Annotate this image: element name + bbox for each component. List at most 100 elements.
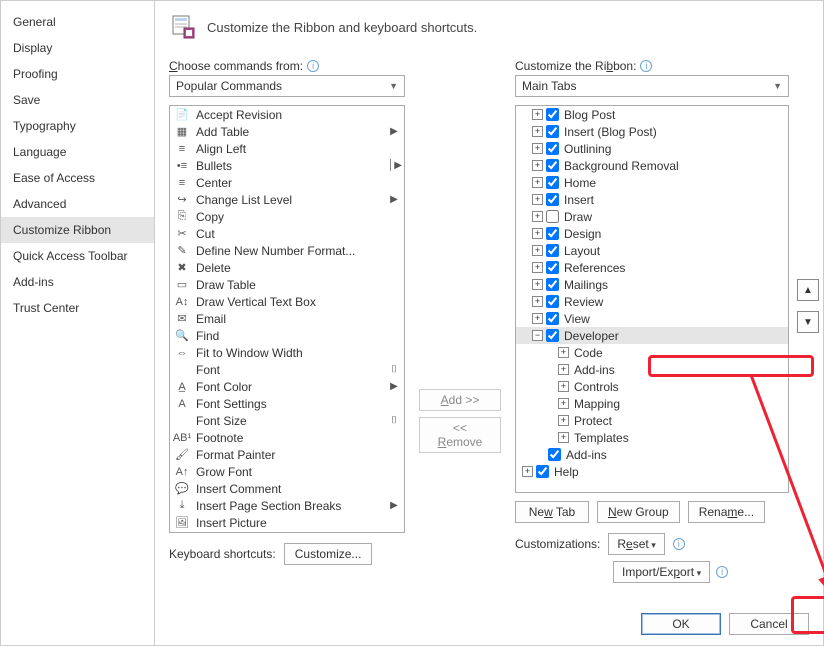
tree-checkbox[interactable] <box>546 108 559 121</box>
expander-icon[interactable]: + <box>558 347 569 358</box>
new-group-button[interactable]: New Group <box>597 501 680 523</box>
tree-checkbox[interactable] <box>536 465 549 478</box>
expander-icon[interactable]: + <box>532 109 543 120</box>
expander-icon[interactable]: + <box>532 194 543 205</box>
nav-ease-of-access[interactable]: Ease of Access <box>1 165 154 191</box>
expander-icon[interactable]: + <box>532 126 543 137</box>
command-item[interactable]: 🖼Insert Picture <box>170 514 404 531</box>
cancel-button[interactable]: Cancel <box>729 613 809 635</box>
tree-item[interactable]: Add-ins <box>516 446 788 463</box>
command-item[interactable]: A↕Draw Vertical Text Box <box>170 293 404 310</box>
expander-icon[interactable]: + <box>532 296 543 307</box>
command-item[interactable]: ≡Center <box>170 174 404 191</box>
expander-icon[interactable]: + <box>532 160 543 171</box>
tree-checkbox[interactable] <box>546 159 559 172</box>
tree-item[interactable]: +Add-ins <box>516 361 788 378</box>
choose-commands-combo[interactable]: Popular Commands▼ <box>169 75 405 97</box>
nav-general[interactable]: General <box>1 9 154 35</box>
command-item[interactable]: ⎘Copy <box>170 208 404 225</box>
tree-checkbox[interactable] <box>546 295 559 308</box>
tree-item[interactable]: +Blog Post <box>516 106 788 123</box>
info-icon[interactable]: i <box>716 566 728 578</box>
new-tab-button[interactable]: New Tab <box>515 501 589 523</box>
tree-checkbox[interactable] <box>546 227 559 240</box>
command-item[interactable]: ✉Email <box>170 310 404 327</box>
command-item[interactable]: AFont Settings <box>170 395 404 412</box>
expander-icon[interactable]: − <box>532 330 543 341</box>
command-item[interactable]: •≡Bullets│▶ <box>170 157 404 174</box>
tree-item[interactable]: +Outlining <box>516 140 788 157</box>
command-item[interactable]: A↑Grow Font <box>170 463 404 480</box>
expander-icon[interactable]: + <box>532 245 543 256</box>
info-icon[interactable]: i <box>640 60 652 72</box>
command-item[interactable]: ↪Change List Level▶ <box>170 191 404 208</box>
tree-checkbox[interactable] <box>546 244 559 257</box>
tree-checkbox[interactable] <box>546 278 559 291</box>
tree-item[interactable]: +Insert <box>516 191 788 208</box>
tree-checkbox[interactable] <box>546 312 559 325</box>
tree-checkbox[interactable] <box>546 176 559 189</box>
expander-icon[interactable]: + <box>558 432 569 443</box>
tree-checkbox[interactable] <box>546 142 559 155</box>
tree-checkbox[interactable] <box>546 193 559 206</box>
command-item[interactable]: ✎Define New Number Format... <box>170 242 404 259</box>
nav-display[interactable]: Display <box>1 35 154 61</box>
move-up-button[interactable]: ▲ <box>797 279 819 301</box>
tree-checkbox[interactable] <box>546 210 559 223</box>
tree-checkbox[interactable] <box>546 125 559 138</box>
nav-language[interactable]: Language <box>1 139 154 165</box>
tree-item[interactable]: +Draw <box>516 208 788 225</box>
tree-checkbox[interactable] <box>546 329 559 342</box>
nav-addins[interactable]: Add-ins <box>1 269 154 295</box>
command-item[interactable]: ⇔Fit to Window Width <box>170 344 404 361</box>
command-item[interactable]: A̲Font Color▶ <box>170 378 404 395</box>
command-item[interactable]: ✂Cut <box>170 225 404 242</box>
command-item[interactable]: AB¹Footnote <box>170 429 404 446</box>
tree-item[interactable]: +Design <box>516 225 788 242</box>
tree-item[interactable]: +Mailings <box>516 276 788 293</box>
move-down-button[interactable]: ▼ <box>797 311 819 333</box>
tree-item[interactable]: +Insert (Blog Post) <box>516 123 788 140</box>
expander-icon[interactable]: + <box>522 466 533 477</box>
nav-typography[interactable]: Typography <box>1 113 154 139</box>
info-icon[interactable]: i <box>673 538 685 550</box>
expander-icon[interactable]: + <box>532 313 543 324</box>
nav-advanced[interactable]: Advanced <box>1 191 154 217</box>
expander-icon[interactable]: + <box>558 398 569 409</box>
command-item[interactable]: ≡Align Left <box>170 140 404 157</box>
expander-icon[interactable]: + <box>558 415 569 426</box>
tree-item[interactable]: +Templates <box>516 429 788 446</box>
rename-button[interactable]: Rename... <box>688 501 765 523</box>
add-button[interactable]: Add >> <box>419 389 501 411</box>
expander-icon[interactable]: + <box>558 364 569 375</box>
tree-item[interactable]: +Help <box>516 463 788 480</box>
nav-proofing[interactable]: Proofing <box>1 61 154 87</box>
command-item[interactable]: 💬Insert Comment <box>170 480 404 497</box>
command-item[interactable]: A▭Insert Text Box <box>170 531 404 533</box>
tree-item[interactable]: +Review <box>516 293 788 310</box>
customize-ribbon-combo[interactable]: Main Tabs▼ <box>515 75 789 97</box>
tree-item[interactable]: +Controls <box>516 378 788 395</box>
command-item[interactable]: ⤓Insert Page Section Breaks▶ <box>170 497 404 514</box>
nav-customize-ribbon[interactable]: Customize Ribbon <box>1 217 154 243</box>
tree-item[interactable]: +View <box>516 310 788 327</box>
expander-icon[interactable]: + <box>532 228 543 239</box>
expander-icon[interactable]: + <box>532 143 543 154</box>
tree-item[interactable]: +Layout <box>516 242 788 259</box>
commands-listbox[interactable]: 📄Accept Revision▦Add Table▶≡Align Left•≡… <box>169 105 405 533</box>
ok-button[interactable]: OK <box>641 613 721 635</box>
reset-button[interactable]: Reset <box>608 533 664 555</box>
command-item[interactable]: 🖌Format Painter <box>170 446 404 463</box>
command-item[interactable]: 🔍Find <box>170 327 404 344</box>
command-item[interactable]: ▦Add Table▶ <box>170 123 404 140</box>
expander-icon[interactable]: + <box>558 381 569 392</box>
expander-icon[interactable]: + <box>532 262 543 273</box>
command-item[interactable]: 📄Accept Revision <box>170 106 404 123</box>
command-item[interactable]: ▭Draw Table <box>170 276 404 293</box>
import-export-button[interactable]: Import/Export <box>613 561 710 583</box>
tree-item[interactable]: +Mapping <box>516 395 788 412</box>
tree-item[interactable]: +Code <box>516 344 788 361</box>
tree-item[interactable]: +Protect <box>516 412 788 429</box>
command-item[interactable]: Font Size⌷ <box>170 412 404 429</box>
nav-qat[interactable]: Quick Access Toolbar <box>1 243 154 269</box>
